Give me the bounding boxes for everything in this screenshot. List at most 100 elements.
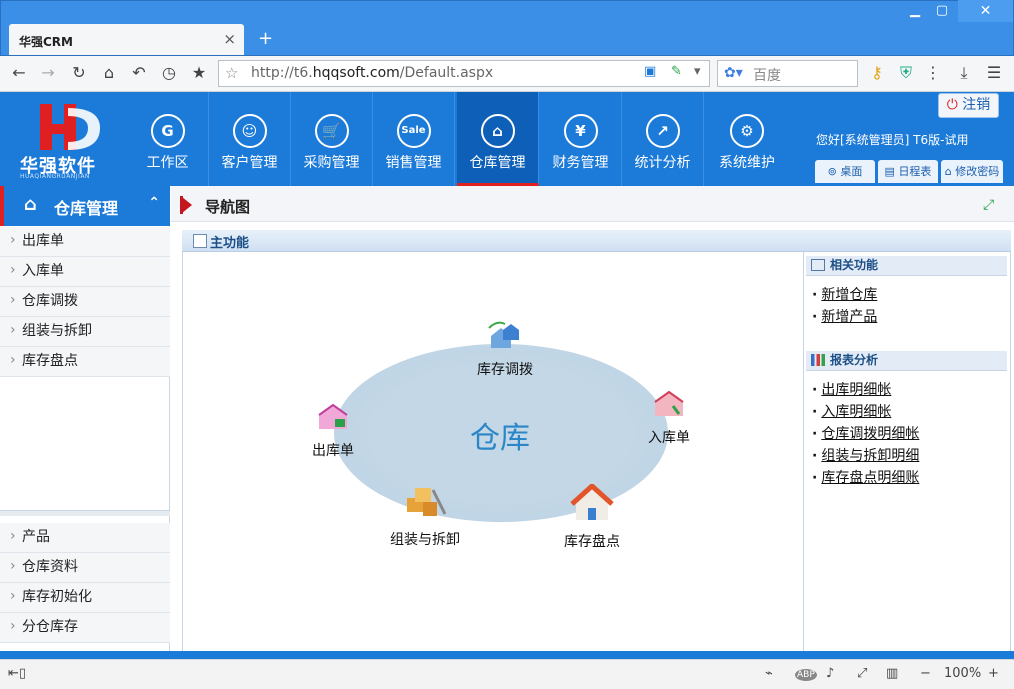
adblock-icon[interactable]: ABP xyxy=(795,669,817,681)
home-icon[interactable]: ⌂ xyxy=(98,63,120,82)
node-stocktake[interactable]: 库存盘点 xyxy=(556,482,628,551)
pulse-icon[interactable]: ⌁ xyxy=(765,666,773,681)
customers-icon: ☺ xyxy=(232,114,267,148)
browser-tab[interactable]: 华强CRM × xyxy=(9,24,244,55)
page-title: 导航图 xyxy=(205,198,251,216)
new-tab-button[interactable]: + xyxy=(258,28,273,49)
crumb-arrow-icon xyxy=(182,197,192,213)
star-outline-icon[interactable]: ☆ xyxy=(225,64,238,82)
back-icon[interactable]: ← xyxy=(8,63,30,82)
outbound-house-icon xyxy=(318,403,348,429)
browser-navbar: ← → ↻ ⌂ ↶ ◷ ★ ☆ http://t6.hqqsoft.com/De… xyxy=(0,56,1014,92)
forward-icon[interactable]: → xyxy=(37,63,59,82)
logout-button[interactable]: ⏻ 注销 xyxy=(938,93,999,118)
power-icon: ⏻ xyxy=(946,97,958,113)
change-password-button[interactable]: ⌂ 修改密码 xyxy=(941,160,1003,183)
link-transfer-detail[interactable]: 仓库调拨明细帐 xyxy=(812,423,919,443)
url-text: http://t6.hqqsoft.com/Default.aspx xyxy=(251,65,494,81)
more-icon[interactable]: ⋮ xyxy=(922,63,944,82)
minimize-icon[interactable]: ▁ xyxy=(905,3,925,18)
module-purchase[interactable]: 🛒 采购管理 xyxy=(291,92,373,186)
window-close-icon[interactable]: ✕ xyxy=(958,0,1013,22)
grid-icon xyxy=(193,234,207,248)
sidebar-item-warehouse-data[interactable]: 仓库资料 xyxy=(0,552,170,583)
download-icon[interactable]: ⤓ xyxy=(953,63,975,83)
user-info: 您好[系统管理员] T6版-试用 xyxy=(816,133,969,147)
browser-statusbar: ⇤▯ ⌁ ABP ♪ ⤢ ▥ − 100% + xyxy=(0,659,1014,689)
search-input[interactable]: ✿▾ 百度 xyxy=(717,60,858,87)
module-workspace[interactable]: G 工作区 xyxy=(127,92,209,186)
sidebar-header[interactable]: ⌂ 仓库管理 ⌃ xyxy=(0,186,170,226)
module-statistics[interactable]: ↗ 统计分析 xyxy=(622,92,704,186)
related-functions-header: 相关功能 xyxy=(806,256,1007,276)
module-customers[interactable]: ☺ 客户管理 xyxy=(209,92,291,186)
statistics-icon: ↗ xyxy=(645,114,680,148)
history-icon[interactable]: ◷ xyxy=(158,63,180,82)
diagram-center-label: 仓库 xyxy=(470,421,530,456)
baidu-paw-icon: ✿▾ xyxy=(724,65,743,81)
maximize-icon[interactable]: ▢ xyxy=(932,3,952,18)
schedule-button[interactable]: ▤ 日程表 xyxy=(878,160,938,183)
warehouse-icon: ⌂ xyxy=(480,114,515,148)
node-inbound[interactable]: 入库单 xyxy=(634,388,704,447)
sidebar-item-inbound[interactable]: 入库单 xyxy=(0,256,170,287)
desktop-button[interactable]: ⊚ 桌面 xyxy=(815,160,875,183)
bar-chart-icon xyxy=(811,354,825,366)
shield-icon[interactable]: ⛨ xyxy=(895,63,917,83)
window-icon xyxy=(811,259,825,271)
speed-icon[interactable]: ▣ xyxy=(644,64,656,79)
zoom-in-icon[interactable]: + xyxy=(988,666,999,681)
search-placeholder: 百度 xyxy=(753,68,781,84)
assembly-boxes-icon xyxy=(407,488,447,516)
inbound-house-icon xyxy=(654,390,684,416)
extension-icon[interactable]: ✎ xyxy=(671,64,682,79)
finance-icon: ¥ xyxy=(563,114,598,148)
module-sales[interactable]: Sale 销售管理 xyxy=(373,92,455,186)
sidebar-item-stocktake[interactable]: 库存盘点 xyxy=(0,346,170,377)
address-bar[interactable]: ☆ http://t6.hqqsoft.com/Default.aspx ▣ ✎… xyxy=(218,60,710,87)
split-view-icon[interactable]: ▥ xyxy=(886,666,898,681)
sidebar-item-assembly[interactable]: 组装与拆卸 xyxy=(0,316,170,347)
undo-icon[interactable]: ↶ xyxy=(128,63,150,82)
node-transfer[interactable]: 库存调拨 xyxy=(465,320,545,379)
link-new-product[interactable]: 新增产品 xyxy=(812,306,877,326)
dropdown-icon[interactable]: ▾ xyxy=(694,64,701,79)
bookmark-star-icon[interactable]: ★ xyxy=(188,63,210,82)
zoom-level: 100% xyxy=(944,666,982,681)
link-inbound-detail[interactable]: 入库明细帐 xyxy=(812,401,891,421)
link-new-warehouse[interactable]: 新增仓库 xyxy=(812,284,877,304)
sidebar-item-outbound[interactable]: 出库单 xyxy=(0,226,170,257)
reload-icon[interactable]: ↻ xyxy=(68,63,90,82)
logo-subtext: HUAQIANGRUANJIAN xyxy=(20,173,90,180)
link-assembly-detail[interactable]: 组装与拆卸明细 xyxy=(812,445,919,465)
module-system[interactable]: ⚙ 系统维护 xyxy=(706,92,788,186)
module-warehouse[interactable]: ⌂ 仓库管理 xyxy=(457,92,539,186)
zoom-out-icon[interactable]: − xyxy=(920,666,931,681)
link-stocktake-detail[interactable]: 库存盘点明细账 xyxy=(812,467,919,487)
sidebar-item-product[interactable]: 产品 xyxy=(0,522,170,553)
menu-icon[interactable]: ☰ xyxy=(983,63,1005,82)
sale-icon: Sale xyxy=(396,114,431,148)
fullscreen-icon[interactable]: ⤢ xyxy=(983,197,994,213)
panel-header: 主功能 xyxy=(182,230,1011,252)
node-outbound[interactable]: 出库单 xyxy=(300,401,366,460)
tab-close-icon[interactable]: × xyxy=(223,30,236,48)
sidebar-splitter[interactable] xyxy=(0,510,170,516)
volume-icon[interactable]: ♪ xyxy=(826,666,834,681)
bottom-bar xyxy=(0,651,1014,659)
warehouse-icon: ⌂ xyxy=(24,194,37,215)
sidebar-item-transfer[interactable]: 仓库调拨 xyxy=(0,286,170,317)
expand-icon[interactable]: ⤢ xyxy=(857,666,867,681)
link-outbound-detail[interactable]: 出库明细帐 xyxy=(812,379,891,399)
module-finance[interactable]: ¥ 财务管理 xyxy=(540,92,622,186)
system-icon: ⚙ xyxy=(730,114,764,148)
sidebar-toggle-icon[interactable]: ⇤▯ xyxy=(8,666,26,681)
node-assembly[interactable]: 组装与拆卸 xyxy=(382,484,468,549)
tab-title: 华强CRM xyxy=(19,35,73,49)
breadcrumb xyxy=(171,186,1014,222)
sidebar-item-stock-init[interactable]: 库存初始化 xyxy=(0,582,170,613)
sidebar-item-branch-stock[interactable]: 分仓库存 xyxy=(0,612,170,643)
key-icon[interactable]: ⚷ xyxy=(866,63,888,82)
transfer-house-icon xyxy=(488,321,519,348)
chevron-up-icon[interactable]: ⌃ xyxy=(148,195,160,211)
